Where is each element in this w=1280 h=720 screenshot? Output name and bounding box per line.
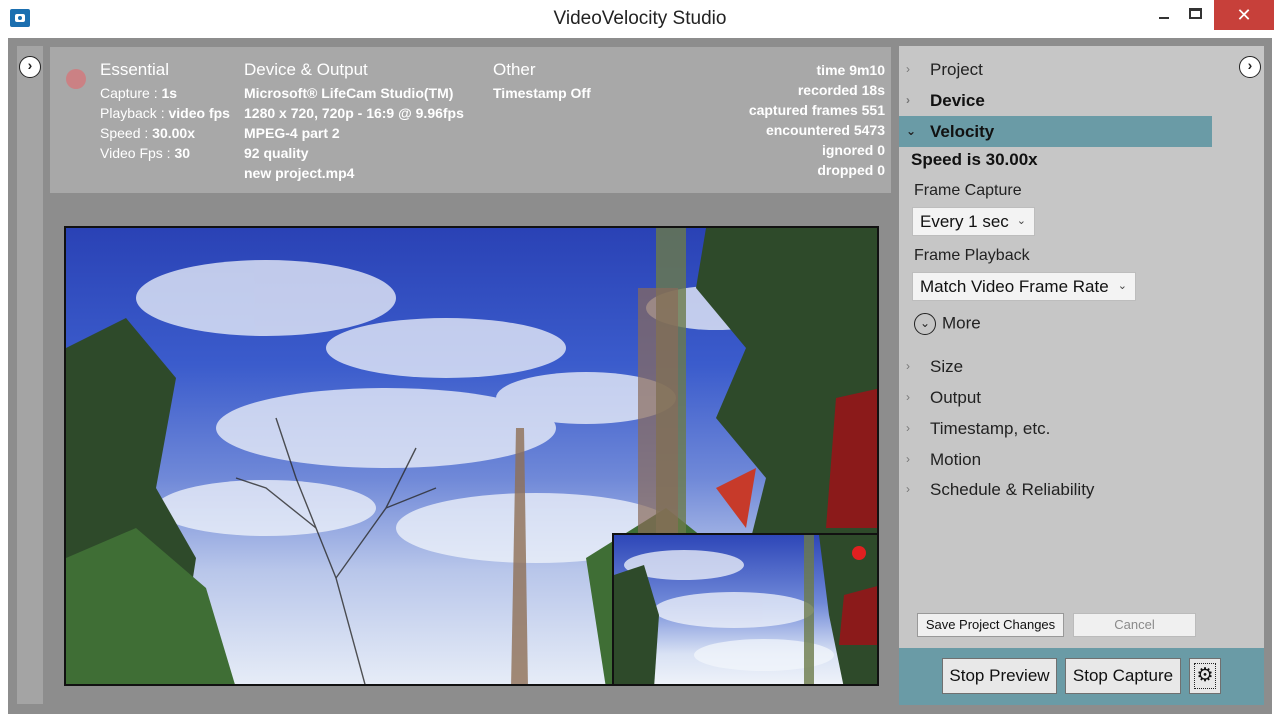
- status-info-panel: Essential Capture : 1s Playback : video …: [50, 47, 891, 193]
- stop-preview-button[interactable]: Stop Preview: [942, 658, 1057, 694]
- close-button[interactable]: ✕: [1214, 0, 1274, 30]
- speed-line: Speed : 30.00x: [100, 125, 195, 141]
- app-client-area: › Essential Capture : 1s Playback : vide…: [8, 38, 1272, 714]
- essential-column: Essential Capture : 1s Playback : video …: [100, 60, 230, 163]
- more-button[interactable]: ⌄ More: [914, 313, 981, 337]
- chevron-right-icon: ›: [906, 390, 910, 404]
- cancel-button[interactable]: Cancel: [1073, 613, 1196, 637]
- essential-heading: Essential: [100, 60, 169, 79]
- stat-encountered: encountered 5473: [765, 122, 885, 138]
- chevron-right-icon: ›: [906, 452, 910, 466]
- chevron-down-icon: ⌄: [914, 313, 936, 335]
- recording-indicator-icon: [66, 69, 86, 89]
- nav-item-device[interactable]: › Device: [899, 85, 1212, 116]
- recording-dot-icon: [852, 546, 866, 560]
- output-quality: 92 quality: [244, 145, 309, 161]
- stats-column: time 9m10 recorded 18s captured frames 5…: [749, 60, 885, 180]
- device-name: Microsoft® LifeCam Studio(TM): [244, 85, 454, 101]
- device-resolution: 1280 x 720, 720p - 16:9 @ 9.96fps: [244, 105, 464, 121]
- left-collapse-strip: ›: [17, 46, 43, 704]
- stat-time: time 9m10: [816, 62, 885, 78]
- output-filename: new project.mp4: [244, 165, 355, 181]
- speed-summary: Speed is 30.00x: [911, 150, 1038, 169]
- maximize-icon: [1189, 8, 1202, 19]
- nav-item-velocity[interactable]: ⌄ Velocity: [899, 116, 1212, 147]
- chevron-right-icon: ›: [906, 93, 910, 107]
- chevron-down-icon: ⌄: [906, 124, 917, 138]
- action-bar: Stop Preview Stop Capture ⚙: [899, 648, 1264, 705]
- right-panel-toggle-icon[interactable]: ›: [1239, 56, 1261, 78]
- stat-captured-frames: captured frames 551: [748, 102, 885, 118]
- settings-button[interactable]: ⚙: [1189, 658, 1221, 694]
- title-bar: VideoVelocity Studio ✕: [0, 0, 1280, 38]
- video-fps-line: Video Fps : 30: [100, 145, 191, 161]
- nav-item-project[interactable]: › Project: [899, 54, 1212, 85]
- device-output-column: Device & Output Microsoft® LifeCam Studi…: [244, 60, 464, 183]
- chevron-right-icon: ›: [906, 62, 910, 76]
- left-panel-toggle-icon[interactable]: ›: [19, 56, 41, 78]
- frame-capture-select[interactable]: Every 1 sec ⌄: [912, 207, 1035, 236]
- chevron-right-icon: ›: [906, 421, 910, 435]
- save-project-changes-button[interactable]: Save Project Changes: [917, 613, 1064, 637]
- playback-line: Playback : video fps: [100, 105, 230, 121]
- settings-panel: › › Project › Device ⌄ Velocity Speed is 30…: [899, 46, 1264, 705]
- chevron-right-icon: ›: [906, 482, 910, 496]
- stat-recorded: recorded 18s: [797, 82, 885, 98]
- frame-capture-label: Frame Capture: [914, 182, 1022, 199]
- window-title: VideoVelocity Studio: [553, 8, 727, 29]
- minimize-icon: [1159, 17, 1169, 19]
- device-output-heading: Device & Output: [244, 60, 368, 79]
- video-preview: [64, 226, 879, 686]
- capture-line: Capture : 1s: [100, 85, 178, 101]
- other-heading: Other: [493, 60, 536, 79]
- timestamp-status: Timestamp Off: [493, 85, 591, 101]
- other-column: Other Timestamp Off: [493, 60, 591, 103]
- stop-capture-button[interactable]: Stop Capture: [1065, 658, 1181, 694]
- output-codec: MPEG-4 part 2: [244, 125, 340, 141]
- chevron-right-icon: ›: [906, 359, 910, 373]
- frame-playback-select[interactable]: Match Video Frame Rate ⌄: [912, 272, 1136, 301]
- stat-ignored: ignored 0: [821, 142, 885, 158]
- stat-dropped: dropped 0: [817, 162, 885, 178]
- nav-item-size[interactable]: › Size: [899, 351, 1212, 382]
- nav-item-output[interactable]: › Output: [899, 382, 1212, 413]
- nav-item-timestamp[interactable]: › Timestamp, etc.: [899, 413, 1212, 444]
- frame-playback-label: Frame Playback: [914, 247, 1030, 264]
- maximize-button[interactable]: [1172, 0, 1218, 30]
- chevron-down-icon: ⌄: [1016, 215, 1026, 227]
- nav-item-schedule[interactable]: › Schedule & Reliability: [899, 474, 1212, 505]
- pip-scene-image: [614, 535, 877, 684]
- nav-item-motion[interactable]: › Motion: [899, 444, 1212, 475]
- picture-in-picture-preview: [612, 533, 877, 684]
- chevron-down-icon: ⌄: [1117, 280, 1127, 292]
